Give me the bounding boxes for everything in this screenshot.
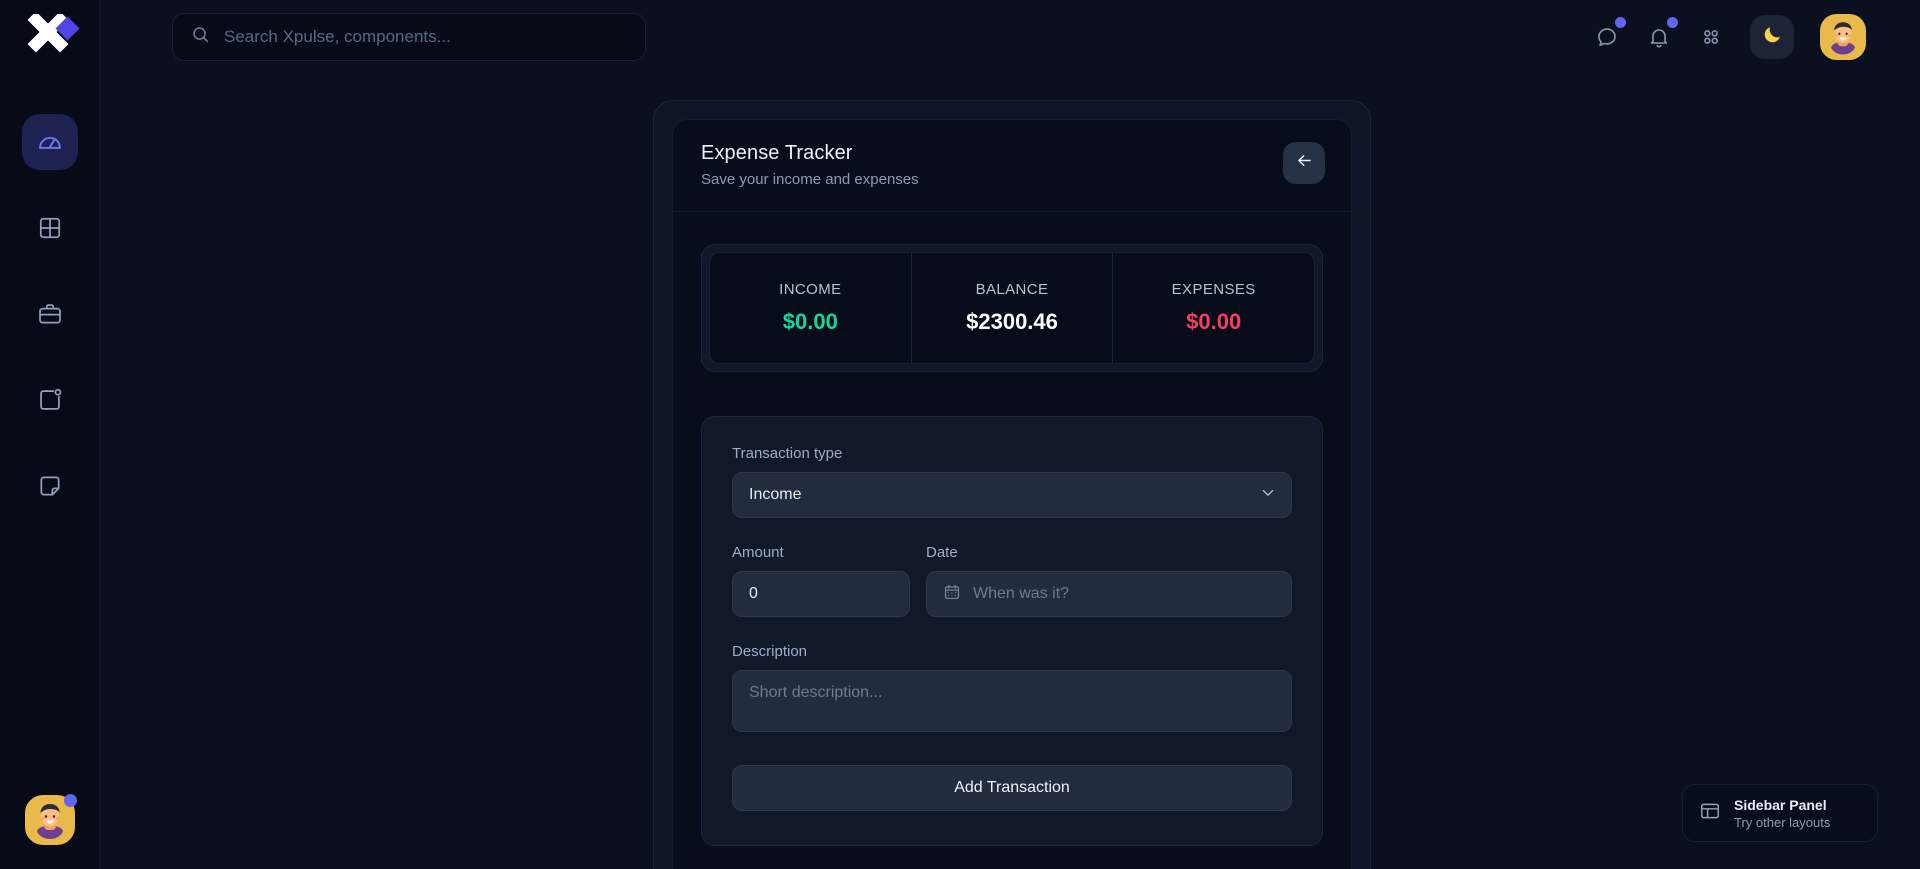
bell-icon[interactable] [1646,24,1672,50]
stat-label: INCOME [779,281,841,298]
stat-value: $0.00 [783,309,838,335]
profile-avatar[interactable] [1820,14,1866,60]
date-field[interactable] [926,571,1292,617]
amount-date-row: Amount Date [732,544,1292,617]
sidebar-item-projects[interactable] [22,286,78,342]
chat-badge [1615,17,1626,28]
topbar-actions [1594,14,1866,60]
back-button[interactable] [1283,142,1325,184]
topbar [100,0,1920,74]
summary-row: INCOME $0.00 BALANCE $2300.46 EXPENSES $… [709,252,1315,364]
theme-toggle-button[interactable] [1750,15,1794,59]
date-input[interactable] [973,585,1275,603]
bell-badge [1667,17,1678,28]
amount-field[interactable] [732,571,910,617]
chevron-down-icon [1259,484,1277,507]
sidebar-user-avatar[interactable] [25,795,75,845]
calendar-icon [943,583,961,606]
stat-value: $0.00 [1186,309,1241,335]
stat-label: EXPENSES [1172,281,1256,298]
main-area: Expense Tracker Save your income and exp… [100,0,1920,869]
toast-title: Sidebar Panel [1734,797,1830,813]
sidebar-item-notes[interactable] [22,458,78,514]
status-dot [64,794,77,807]
moon-icon [1762,24,1783,50]
card-header: Expense Tracker Save your income and exp… [673,120,1351,212]
search-box[interactable] [172,13,646,61]
chat-icon[interactable] [1594,24,1620,50]
page-subtitle: Save your income and expenses [701,171,919,188]
sidebar-item-dashboard[interactable] [22,114,78,170]
date-label: Date [926,544,1292,561]
sidebar-nav [22,114,78,514]
toast-text: Sidebar Panel Try other layouts [1734,797,1830,830]
stat-income: INCOME $0.00 [710,253,911,363]
expense-tracker-outer-card: Expense Tracker Save your income and exp… [653,100,1371,869]
sidebar-panel-toast[interactable]: Sidebar Panel Try other layouts [1682,784,1878,842]
search-icon [191,25,210,49]
left-sidebar [0,0,100,869]
amount-input[interactable] [749,585,956,603]
avatar-image [1820,14,1866,60]
page-title: Expense Tracker [701,142,919,165]
add-transaction-button[interactable]: Add Transaction [732,765,1292,811]
toast-subtitle: Try other layouts [1734,815,1830,830]
sidebar-item-tasks[interactable] [22,372,78,428]
stat-label: BALANCE [976,281,1049,298]
description-label: Description [732,643,1292,660]
date-group: Date [926,544,1292,617]
search-input[interactable] [224,27,627,47]
transaction-type-label: Transaction type [732,445,1292,462]
card-header-text: Expense Tracker Save your income and exp… [701,142,919,188]
arrow-left-icon [1295,151,1314,175]
apps-grid-icon[interactable] [1698,24,1724,50]
amount-label: Amount [732,544,910,561]
stat-expenses: EXPENSES $0.00 [1112,253,1314,363]
transaction-type-select[interactable]: Income [732,472,1292,518]
sidebar-item-apps[interactable] [22,200,78,256]
transaction-form: Transaction type Income Amount [701,416,1323,846]
transaction-type-value: Income [749,486,801,504]
stat-value: $2300.46 [966,309,1058,335]
summary-panel: INCOME $0.00 BALANCE $2300.46 EXPENSES $… [701,244,1323,372]
layout-panel-icon [1699,800,1721,827]
page-canvas: Expense Tracker Save your income and exp… [100,74,1920,869]
xpulse-logo[interactable] [19,14,81,72]
stat-balance: BALANCE $2300.46 [911,253,1113,363]
description-group: Description [732,643,1292,737]
amount-group: Amount [732,544,910,617]
expense-tracker-card: Expense Tracker Save your income and exp… [672,119,1352,869]
description-input[interactable] [732,670,1292,732]
